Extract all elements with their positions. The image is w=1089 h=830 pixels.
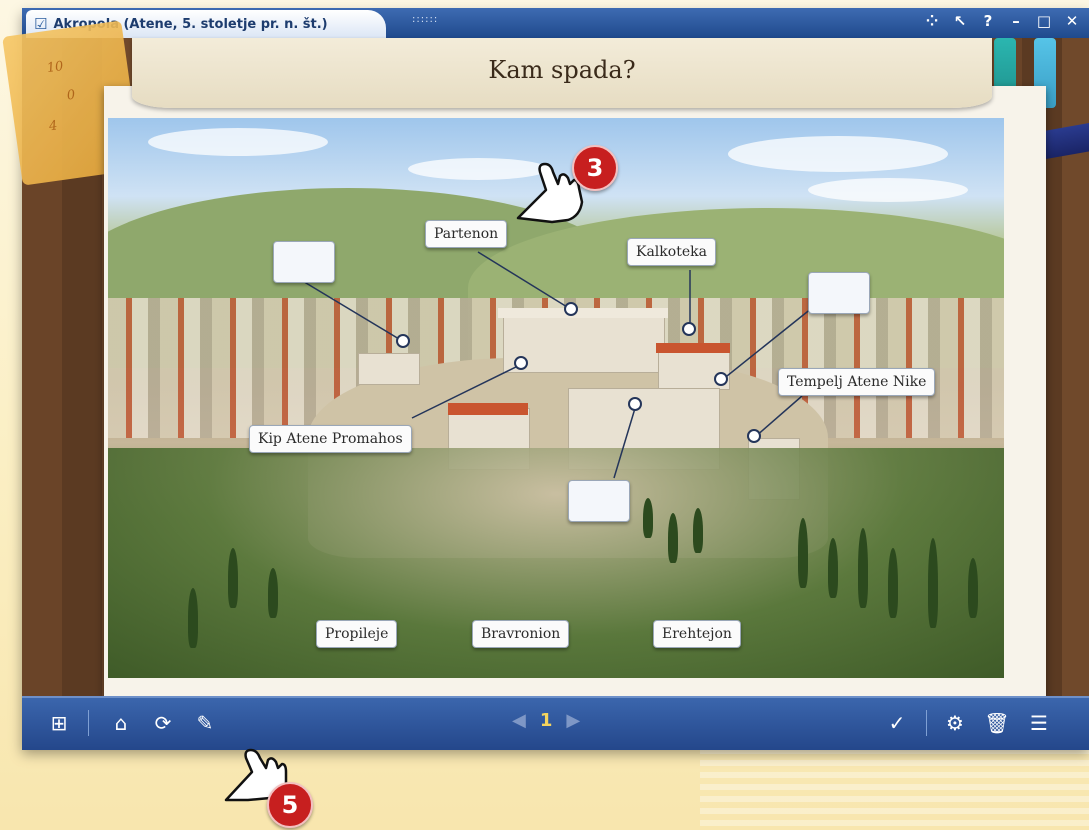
drop-pin: [564, 302, 578, 316]
empty-drop-slot[interactable]: [808, 272, 870, 314]
page-number: 1: [539, 710, 553, 731]
edit-icon[interactable]: ✎: [190, 708, 220, 738]
trash-icon[interactable]: 🗑: [982, 708, 1012, 738]
add-page-icon[interactable]: ⊞: [44, 708, 74, 738]
step-badge: 3: [572, 145, 618, 191]
word-bank-item[interactable]: Bravronion: [472, 620, 570, 648]
home-icon[interactable]: ⌂: [106, 708, 136, 738]
next-page-icon[interactable]: ▶: [566, 710, 580, 731]
drop-pin: [682, 322, 696, 336]
refresh-icon[interactable]: ⟳: [148, 708, 178, 738]
drop-pin: [714, 372, 728, 386]
drop-pin: [628, 397, 642, 411]
word-bank-item[interactable]: Propileje: [316, 620, 398, 648]
empty-drop-slot[interactable]: [273, 241, 335, 283]
label-kip-atene-promahos[interactable]: Kip Atene Promahos: [249, 425, 412, 453]
app-window: ☑ Akropola (Atene, 5. stoletje pr. n. št…: [2, 8, 1089, 750]
pager: ◀ 1 ▶: [512, 710, 580, 731]
label-partenon[interactable]: Partenon: [425, 220, 508, 248]
step-badge: 5: [267, 782, 313, 828]
prev-page-icon[interactable]: ◀: [512, 710, 526, 731]
drop-pin: [514, 356, 528, 370]
drop-pin: [396, 334, 410, 348]
toolbar-divider: [926, 710, 927, 736]
toolbar-divider: [88, 710, 89, 736]
check-icon[interactable]: ✓: [882, 708, 912, 738]
label-tempelj-atene-nike[interactable]: Tempelj Atene Nike: [778, 368, 936, 396]
drop-pin: [747, 429, 761, 443]
label-kalkoteka[interactable]: Kalkoteka: [627, 238, 716, 266]
bottom-toolbar: ⊞ ⌂ ⟳ ✎ ◀ 1 ▶ ✓ ⚙ 🗑 ☰: [22, 696, 1089, 750]
word-bank-item[interactable]: Erehtejon: [653, 620, 741, 648]
settings-icon[interactable]: ⚙: [940, 708, 970, 738]
empty-drop-slot[interactable]: [568, 480, 630, 522]
list-icon[interactable]: ☰: [1024, 708, 1054, 738]
